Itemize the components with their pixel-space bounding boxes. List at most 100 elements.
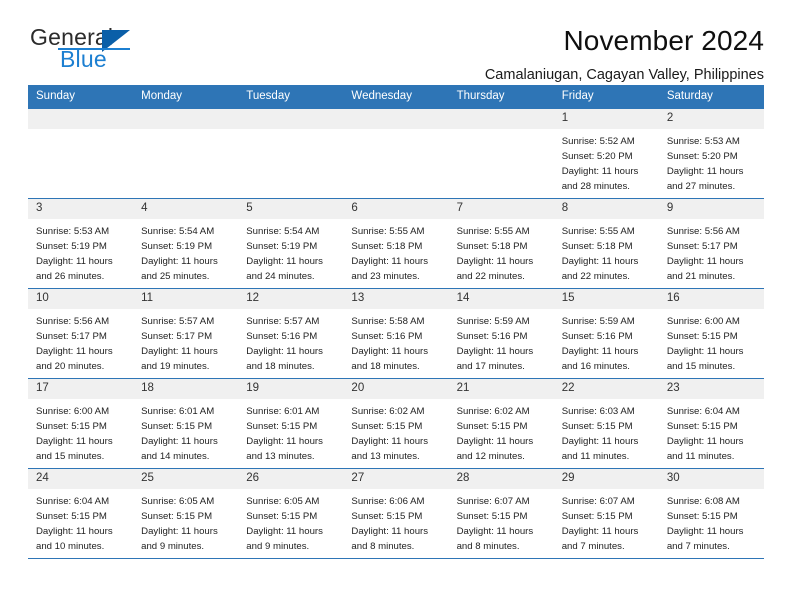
day-cell-10[interactable]: 10 Sunrise: 5:56 AM Sunset: 5:17 PM Dayligh… — [28, 288, 134, 379]
day-number: 11 — [133, 288, 239, 309]
day-cell-18[interactable]: 18 Sunrise: 6:01 AM Sunset: 5:15 PM Dayligh… — [133, 378, 239, 469]
day-cell-16[interactable]: 16 Sunrise: 6:00 AM Sunset: 5:15 PM Dayligh… — [658, 288, 764, 379]
week-row: 24 Sunrise: 6:04 AM Sunset: 5:15 PM Dayligh… — [28, 468, 764, 559]
day-details: Sunrise: 5:52 AM Sunset: 5:20 PM Daylight:… — [554, 129, 659, 195]
day-cell-25[interactable]: 25 Sunrise: 6:05 AM Sunset: 5:15 PM Dayligh… — [133, 468, 239, 559]
sunset-line: Sunset: 5:16 PM — [351, 331, 423, 343]
sunrise-line: Sunrise: 6:05 AM — [141, 495, 215, 507]
sunset-line: Sunset: 5:15 PM — [561, 421, 633, 433]
sunset-line: Sunset: 5:17 PM — [666, 241, 738, 253]
sunrise-line: Sunrise: 5:56 AM — [36, 315, 110, 327]
daylight-line-2: and 23 minutes. — [351, 271, 420, 283]
sunset-line: Sunset: 5:15 PM — [36, 421, 107, 433]
day-cell-empty — [448, 108, 554, 199]
daylight-line-1: Daylight: 11 hours — [351, 346, 429, 358]
daylight-line-1: Daylight: 11 hours — [246, 346, 323, 358]
day-details: Sunrise: 5:55 AM Sunset: 5:18 PM Daylight:… — [554, 219, 659, 285]
daylight-line-1: Daylight: 11 hours — [456, 346, 534, 358]
day-cell-23[interactable]: 23 Sunrise: 6:04 AM Sunset: 5:15 PM Dayligh… — [658, 378, 764, 469]
day-cell-7[interactable]: 7 Sunrise: 5:55 AM Sunset: 5:18 PM Daylight… — [448, 198, 554, 289]
sunrise-line: Sunrise: 5:59 AM — [456, 315, 530, 327]
day-cell-21[interactable]: 21 Sunrise: 6:02 AM Sunset: 5:15 PM Dayligh… — [448, 378, 554, 469]
daylight-line-1: Daylight: 11 hours — [561, 166, 639, 178]
sunset-line: Sunset: 5:15 PM — [666, 511, 738, 523]
daylight-line-1: Daylight: 11 hours — [246, 256, 323, 268]
day-cell-1[interactable]: 1 Sunrise: 5:52 AM Sunset: 5:20 PM Daylight… — [553, 108, 659, 199]
day-details: Sunrise: 5:54 AM Sunset: 5:19 PM Daylight:… — [238, 219, 343, 285]
daylight-line-2: and 22 minutes. — [456, 271, 525, 283]
sunset-line: Sunset: 5:15 PM — [351, 511, 423, 523]
day-cell-24[interactable]: 24 Sunrise: 6:04 AM Sunset: 5:15 PM Dayligh… — [28, 468, 134, 559]
daylight-line-1: Daylight: 11 hours — [141, 346, 218, 358]
sunrise-line: Sunrise: 6:04 AM — [666, 405, 740, 417]
day-details: Sunrise: 6:05 AM Sunset: 5:15 PM Daylight:… — [133, 489, 238, 555]
day-number — [448, 108, 554, 129]
daylight-line-1: Daylight: 11 hours — [561, 436, 639, 448]
day-cell-3[interactable]: 3 Sunrise: 5:53 AM Sunset: 5:19 PM Daylight… — [28, 198, 134, 289]
daylight-line-2: and 8 minutes. — [351, 541, 415, 553]
day-number: 3 — [28, 198, 134, 219]
day-details: Sunrise: 5:53 AM Sunset: 5:20 PM Daylight:… — [659, 129, 764, 195]
day-cell-6[interactable]: 6 Sunrise: 5:55 AM Sunset: 5:18 PM Daylight… — [343, 198, 449, 289]
day-cell-30[interactable]: 30 Sunrise: 6:08 AM Sunset: 5:15 PM Dayligh… — [658, 468, 764, 559]
sunrise-line: Sunrise: 6:05 AM — [246, 495, 320, 507]
day-details: Sunrise: 6:05 AM Sunset: 5:15 PM Daylight:… — [238, 489, 343, 555]
title-block: November 2024 Camalaniugan, Cagayan Vall… — [485, 25, 764, 84]
sunset-line: Sunset: 5:17 PM — [141, 331, 213, 343]
day-details: Sunrise: 5:57 AM Sunset: 5:17 PM Daylight:… — [133, 309, 238, 375]
daylight-line-2: and 22 minutes. — [561, 271, 630, 283]
day-cell-22[interactable]: 22 Sunrise: 6:03 AM Sunset: 5:15 PM Dayligh… — [553, 378, 659, 469]
day-cell-28[interactable]: 28 Sunrise: 6:07 AM Sunset: 5:15 PM Dayligh… — [448, 468, 554, 559]
daylight-line-2: and 17 minutes. — [456, 361, 525, 373]
page-header: General Blue November 2024 Camalaniugan,… — [28, 0, 764, 83]
daylight-line-2: and 27 minutes. — [666, 181, 736, 193]
sunset-line: Sunset: 5:15 PM — [666, 331, 738, 343]
day-number: 29 — [553, 468, 659, 489]
sunset-line: Sunset: 5:20 PM — [666, 151, 738, 163]
day-cell-2[interactable]: 2 Sunrise: 5:53 AM Sunset: 5:20 PM Daylight… — [658, 108, 764, 199]
daylight-line-2: and 12 minutes. — [456, 451, 525, 463]
daylight-line-2: and 13 minutes. — [351, 451, 420, 463]
daylight-line-2: and 9 minutes. — [246, 541, 310, 553]
daylight-line-1: Daylight: 11 hours — [246, 526, 323, 538]
sunrise-line: Sunrise: 6:02 AM — [351, 405, 425, 417]
sunset-line: Sunset: 5:19 PM — [141, 241, 213, 253]
sunrise-line: Sunrise: 5:56 AM — [666, 225, 740, 237]
day-details: Sunrise: 6:01 AM Sunset: 5:15 PM Daylight:… — [238, 399, 343, 465]
day-number: 9 — [658, 198, 764, 219]
weekday-header-friday: Friday — [553, 85, 659, 109]
day-number: 19 — [238, 378, 344, 399]
day-cell-19[interactable]: 19 Sunrise: 6:01 AM Sunset: 5:15 PM Dayligh… — [238, 378, 344, 469]
day-cell-8[interactable]: 8 Sunrise: 5:55 AM Sunset: 5:18 PM Daylight… — [553, 198, 659, 289]
week-row: 10 Sunrise: 5:56 AM Sunset: 5:17 PM Dayligh… — [28, 288, 764, 379]
sunrise-line: Sunrise: 6:01 AM — [246, 405, 320, 417]
day-cell-26[interactable]: 26 Sunrise: 6:05 AM Sunset: 5:15 PM Dayligh… — [238, 468, 344, 559]
sunset-line: Sunset: 5:15 PM — [141, 421, 213, 433]
day-cell-12[interactable]: 12 Sunrise: 5:57 AM Sunset: 5:16 PM Dayligh… — [238, 288, 344, 379]
day-number: 20 — [343, 378, 449, 399]
day-cell-14[interactable]: 14 Sunrise: 5:59 AM Sunset: 5:16 PM Dayligh… — [448, 288, 554, 379]
day-cell-27[interactable]: 27 Sunrise: 6:06 AM Sunset: 5:15 PM Dayligh… — [343, 468, 449, 559]
day-cell-20[interactable]: 20 Sunrise: 6:02 AM Sunset: 5:15 PM Dayligh… — [343, 378, 449, 469]
sunset-line: Sunset: 5:15 PM — [36, 511, 107, 523]
general-blue-logo[interactable]: General Blue — [28, 26, 208, 78]
daylight-line-1: Daylight: 11 hours — [141, 256, 218, 268]
day-cell-29[interactable]: 29 Sunrise: 6:07 AM Sunset: 5:15 PM Dayligh… — [553, 468, 659, 559]
day-cell-11[interactable]: 11 Sunrise: 5:57 AM Sunset: 5:17 PM Dayligh… — [133, 288, 239, 379]
day-cell-5[interactable]: 5 Sunrise: 5:54 AM Sunset: 5:19 PM Daylight… — [238, 198, 344, 289]
day-details: Sunrise: 6:00 AM Sunset: 5:15 PM Daylight:… — [28, 399, 133, 465]
day-cell-15[interactable]: 15 Sunrise: 5:59 AM Sunset: 5:16 PM Dayligh… — [553, 288, 659, 379]
day-number: 14 — [448, 288, 554, 309]
day-number: 24 — [28, 468, 134, 489]
day-number: 10 — [28, 288, 134, 309]
day-cell-13[interactable]: 13 Sunrise: 5:58 AM Sunset: 5:16 PM Dayligh… — [343, 288, 449, 379]
sunrise-line: Sunrise: 5:53 AM — [666, 135, 740, 147]
sunset-line: Sunset: 5:18 PM — [351, 241, 423, 253]
logo-word-blue: Blue — [60, 46, 107, 72]
day-cell-9[interactable]: 9 Sunrise: 5:56 AM Sunset: 5:17 PM Daylight… — [658, 198, 764, 289]
day-cell-empty — [133, 108, 239, 199]
day-cell-17[interactable]: 17 Sunrise: 6:00 AM Sunset: 5:15 PM Dayligh… — [28, 378, 134, 469]
sunset-line: Sunset: 5:15 PM — [456, 421, 528, 433]
day-cell-4[interactable]: 4 Sunrise: 5:54 AM Sunset: 5:19 PM Daylight… — [133, 198, 239, 289]
day-number: 27 — [343, 468, 449, 489]
